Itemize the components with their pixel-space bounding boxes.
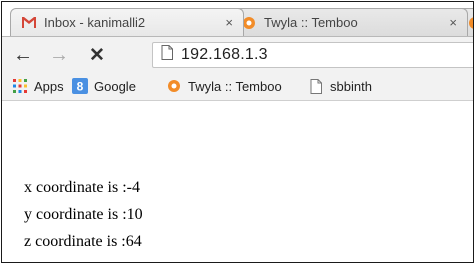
- stop-reload-button[interactable]: ✕: [86, 44, 108, 66]
- page-content: x coordinate is :-4 y coordinate is :10 …: [2, 101, 473, 262]
- bookmark-apps[interactable]: Apps: [12, 77, 64, 95]
- y-coordinate-text: y coordinate is :10: [24, 206, 143, 223]
- temboo-icon: [166, 78, 182, 94]
- bookmark-google[interactable]: 8 Google: [72, 77, 136, 95]
- forward-button[interactable]: →: [48, 44, 70, 66]
- back-button[interactable]: ←: [12, 44, 34, 66]
- tab-title: Inbox - kanimalli2: [44, 15, 146, 30]
- bookmark-sbbinth[interactable]: sbbinth: [308, 77, 372, 95]
- page-icon: [308, 78, 324, 94]
- tab-twyla[interactable]: Twyla :: Temboo ×: [230, 8, 468, 36]
- z-coordinate-text: z coordinate is :64: [24, 233, 142, 250]
- apps-grid-icon: [12, 78, 28, 94]
- tab-inbox[interactable]: Inbox - kanimalli2 ×: [10, 8, 244, 36]
- forward-arrow-icon: →: [49, 43, 69, 66]
- bookmark-twyla[interactable]: Twyla :: Temboo: [166, 77, 282, 95]
- bookmark-label: Twyla :: Temboo: [188, 78, 282, 94]
- url-text: 192.168.1.3: [181, 46, 268, 63]
- google-icon: 8: [72, 78, 88, 94]
- close-icon: ✕: [89, 44, 105, 66]
- close-icon[interactable]: ×: [225, 15, 233, 30]
- bookmark-label: Apps: [34, 78, 64, 94]
- tab-strip: Twyla :: Temboo × Inbox - kanimalli2 ×: [2, 2, 473, 36]
- back-arrow-icon: ←: [13, 43, 33, 66]
- bookmark-label: sbbinth: [330, 78, 372, 94]
- address-bar[interactable]: 192.168.1.3: [152, 42, 473, 68]
- page-icon: [161, 45, 173, 65]
- tab-title: Twyla :: Temboo: [264, 15, 358, 30]
- x-coordinate-text: x coordinate is :-4: [24, 179, 140, 196]
- gmail-icon: [21, 15, 37, 31]
- browser-window: Twyla :: Temboo × Inbox - kanimalli2 × ←…: [1, 1, 474, 263]
- bookmarks-bar: Apps 8 Google Twyla :: Temboo sbbinth: [2, 72, 473, 101]
- svg-text:8: 8: [77, 80, 84, 94]
- bookmark-label: Google: [94, 78, 136, 94]
- close-icon[interactable]: ×: [449, 15, 457, 30]
- toolbar: ← → ✕ 192.168.1.3: [2, 36, 473, 73]
